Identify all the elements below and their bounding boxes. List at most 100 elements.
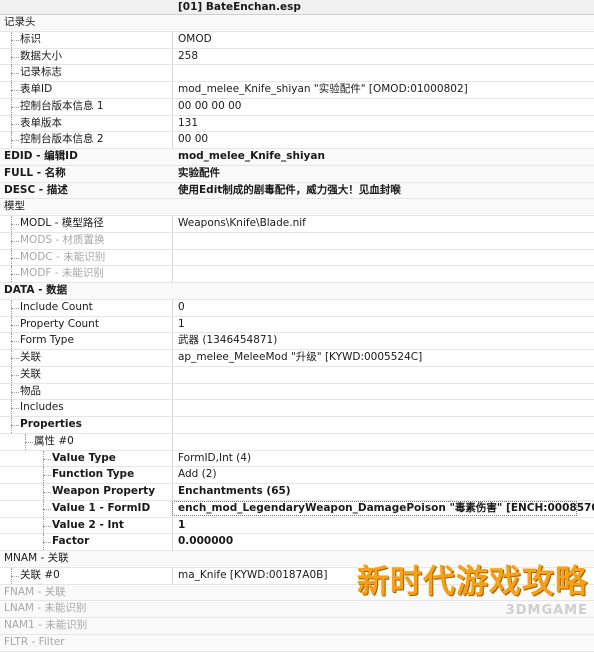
field-value: Add (2) <box>178 468 217 481</box>
field-value: ma_Knife [KYWD:00187A0B] <box>178 568 328 581</box>
tree-row[interactable]: 属性 #0 <box>0 433 594 451</box>
field-label: Property Count <box>20 317 99 330</box>
field-label: 模型 <box>4 200 25 213</box>
field-label: 控制台版本信息 1 <box>20 99 104 112</box>
tree-connector-tick <box>11 39 19 41</box>
field-value: Enchantments (65) <box>178 485 291 497</box>
tree-row[interactable]: FULL - 名称 实验配件 <box>0 165 594 183</box>
tree-row[interactable]: MODS - 材质置换 <box>0 232 594 250</box>
tree-row[interactable]: Value Type FormID,Int (4) <box>0 450 594 468</box>
field-value: 1 <box>178 317 185 330</box>
tree-row[interactable]: 表单版本 131 <box>0 115 594 133</box>
tree-connector-tick <box>11 90 19 91</box>
tree-row[interactable]: 表单ID mod_melee_Knife_shiyan "实验配件" [OMOD:… <box>0 82 594 99</box>
tree-row[interactable]: Value 1 - FormID ench_mod_LegendaryWeapon… <box>0 500 594 518</box>
field-label: FNAM - 关联 <box>4 585 66 598</box>
tree-row[interactable]: EDID - 编辑ID mod_melee_Knife_shiyan <box>0 149 594 166</box>
tree-row[interactable]: Factor 0.000000 <box>0 534 594 551</box>
field-value: 00 00 00 00 <box>178 99 242 112</box>
tree-row[interactable]: 控制台版本信息 1 00 00 00 00 <box>0 98 594 116</box>
tree-row[interactable]: 控制台版本信息 2 00 00 <box>0 132 594 149</box>
tree-row[interactable]: 记录标志 <box>0 65 594 82</box>
field-value: 武器 (1346454871) <box>178 334 278 347</box>
tree-row[interactable]: Weapon Property Enchantments (65) <box>0 484 594 501</box>
field-value: 使用Edit制成的剧毒配件，威力强大！见血封喉 <box>178 183 401 196</box>
tree-connector-tick <box>11 123 19 125</box>
tree-row[interactable]: MODL - 模型路径 Weapons\Knife\Blade.nif <box>0 216 594 233</box>
field-value: mod_melee_Knife_shiyan "实验配件" [OMOD:0100… <box>178 83 468 95</box>
watermark-logo: 新时代游戏攻略 <box>356 562 588 600</box>
tree-row[interactable]: DATA - 数据 <box>0 283 594 300</box>
field-label: FLTR - Filter <box>4 635 65 648</box>
field-label: 关联 <box>20 351 41 363</box>
tree-row[interactable]: 标识 OMOD <box>0 31 594 49</box>
tree-connector-tick <box>11 324 19 326</box>
field-label: NAM1 - 未能识别 <box>4 619 88 631</box>
tree-connector-tick <box>11 73 19 75</box>
tree-row[interactable]: Function Type Add (2) <box>0 467 594 484</box>
field-label: Properties <box>20 418 82 430</box>
tree-row[interactable]: Property Count 1 <box>0 316 594 334</box>
field-value: FormID,Int (4) <box>178 451 252 464</box>
tree-connector-tick <box>11 425 19 426</box>
field-label: 物品 <box>20 384 41 397</box>
field-label: Includes <box>20 401 64 414</box>
field-label: 表单版本 <box>20 116 62 129</box>
tree-row[interactable]: Includes <box>0 400 594 417</box>
field-value: 1 <box>178 518 186 531</box>
field-label: EDID - 编辑ID <box>4 150 78 162</box>
field-label: MODL - 模型路径 <box>20 217 104 229</box>
tree-row[interactable]: 关联 <box>0 366 594 384</box>
field-value: 0 <box>178 300 185 313</box>
field-label: LNAM - 未能识别 <box>4 602 87 615</box>
tree-connector-tick <box>25 441 33 443</box>
tree-connector-tick <box>43 542 51 544</box>
tree-row[interactable]: MODF - 未能识别 <box>0 266 594 283</box>
field-label: Function Type <box>52 468 135 481</box>
tree-row[interactable]: 记录头 <box>0 15 594 32</box>
tree-row[interactable]: MODC - 未能识别 <box>0 249 594 267</box>
tree-connector-tick <box>11 408 19 410</box>
tree-row[interactable]: Value 2 - Int 1 <box>0 517 594 535</box>
field-label: 记录标志 <box>20 66 62 79</box>
field-value: Weapons\Knife\Blade.nif <box>178 217 306 229</box>
tree-connector-tick <box>43 525 51 527</box>
tree-connector-tick <box>43 508 51 510</box>
tree-connector-tick <box>11 274 19 276</box>
tree-row[interactable]: 物品 <box>0 383 594 401</box>
field-label: 表单ID <box>20 83 53 95</box>
tree-row[interactable]: Form Type 武器 (1346454871) <box>0 333 594 350</box>
field-label: Value 2 - Int <box>52 518 124 531</box>
tree-row[interactable]: Include Count 0 <box>0 299 594 317</box>
tree-connector-tick <box>11 56 19 58</box>
field-label: Include Count <box>20 300 93 313</box>
tree-row[interactable]: FLTR - Filter <box>0 634 594 652</box>
field-label: MODS - 材质置换 <box>20 233 105 246</box>
file-header: [01] BateEnchan.esp <box>0 0 594 15</box>
tree-row[interactable]: 模型 <box>0 199 594 216</box>
field-label: 关联 #0 <box>20 568 60 581</box>
tree-connector-tick <box>43 475 51 477</box>
tree-connector-tick <box>43 458 51 460</box>
watermark-sub: 3DMGAME <box>505 603 588 618</box>
field-value: mod_melee_Knife_shiyan <box>178 150 325 162</box>
tree-row[interactable]: 数据大小 258 <box>0 48 594 66</box>
tree-row[interactable]: Properties <box>0 417 594 434</box>
field-value: OMOD <box>178 32 212 45</box>
tree-connector-tick <box>11 358 19 359</box>
field-label: Form Type <box>20 334 74 347</box>
field-value: 258 <box>178 49 199 62</box>
tree-connector-tick <box>11 140 19 142</box>
field-label: Value 1 - FormID <box>52 501 151 514</box>
field-label: 数据大小 <box>20 49 62 62</box>
tree-row[interactable]: NAM1 - 未能识别 <box>0 618 594 635</box>
field-label: Factor <box>52 535 90 548</box>
field-value: 实验配件 <box>178 166 220 179</box>
tree-row[interactable]: DESC - 描述 使用Edit制成的剧毒配件，威力强大！见血封喉 <box>0 182 594 200</box>
field-value: 00 00 <box>178 133 209 146</box>
tree-connector-tick <box>11 575 19 577</box>
field-label: DESC - 描述 <box>4 183 68 196</box>
tree-row[interactable]: 关联 ap_melee_MeleeMod "升级" [KYWD:0005524C] <box>0 350 594 367</box>
field-value: ap_melee_MeleeMod "升级" [KYWD:0005524C] <box>178 351 423 363</box>
tree-connector-tick <box>43 492 51 493</box>
